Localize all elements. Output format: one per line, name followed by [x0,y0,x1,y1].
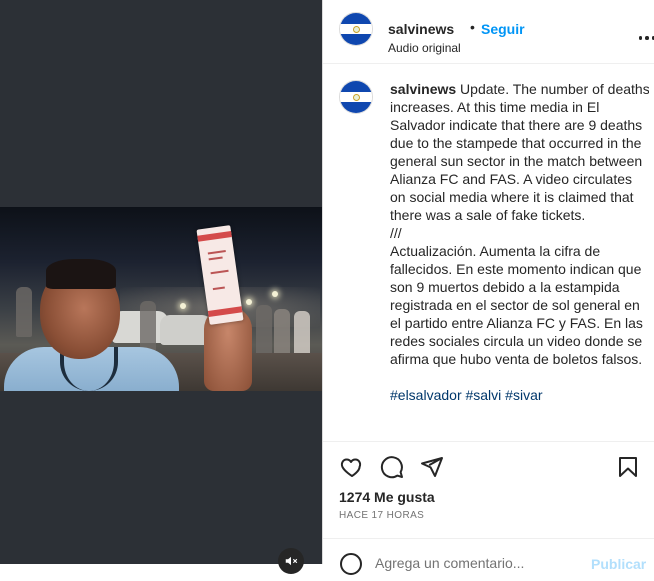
like-button[interactable] [339,454,365,480]
avatar[interactable] [339,12,373,46]
crowd-person [16,287,32,337]
divider [323,441,654,442]
caption-body: Update. The number of deaths increases. … [390,81,649,367]
publish-button[interactable]: Publicar [591,556,646,572]
share-button[interactable] [419,454,445,480]
username-link[interactable]: salvinews [388,21,454,37]
mute-button[interactable] [278,548,304,574]
emoji-icon [340,553,362,575]
more-options-icon [638,36,643,40]
person-hair [46,259,116,289]
emoji-button[interactable] [339,552,363,576]
crowd-person [274,309,290,359]
like-count[interactable]: 1274 Me gusta [339,489,435,505]
post-timestamp[interactable]: HACE 17 HORAS [339,510,424,521]
action-bar [339,454,639,482]
post-side-panel: salvinews • Seguir Audio original salvin… [322,0,654,575]
more-options-button[interactable] [635,30,654,46]
bookmark-icon [619,457,637,477]
heart-icon [340,458,362,477]
post-header: salvinews • Seguir Audio original [339,10,654,55]
muted-speaker-icon [285,556,298,566]
comment-icon [380,456,403,479]
stadium-light [246,299,252,305]
divider [323,63,654,64]
caption-hashtags[interactable]: #elsalvador #salvi #sivar [390,386,649,404]
separator-dot: • [470,19,475,35]
caption-avatar[interactable] [339,80,373,114]
audio-label[interactable]: Audio original [388,41,461,55]
video-player[interactable] [0,207,322,391]
follow-button[interactable]: Seguir [481,21,525,37]
comment-input[interactable] [375,554,585,572]
caption-username-link[interactable]: salvinews [390,81,456,97]
media-panel [0,0,322,574]
stadium-light [272,291,278,297]
caption-text: salvinews Update. The number of deaths i… [390,80,649,404]
stadium-light [180,303,186,309]
divider [323,538,654,539]
share-icon [421,457,443,477]
save-button[interactable] [615,454,641,480]
crowd-person [256,305,272,355]
comment-button[interactable] [379,454,405,480]
flag-emblem-icon [352,25,360,33]
crowd-person [140,301,156,351]
flag-emblem-icon [352,93,360,101]
more-options-icon-dot [645,36,649,40]
caption: salvinews Update. The number of deaths i… [339,80,649,442]
